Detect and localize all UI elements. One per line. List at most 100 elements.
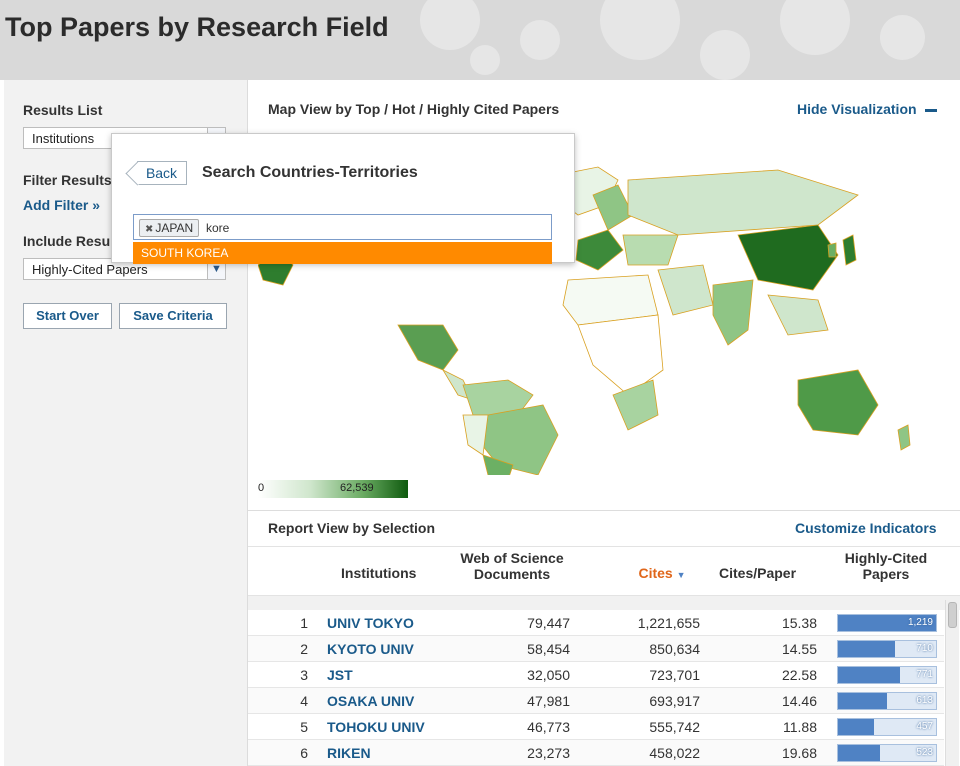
hide-visualization-label: Hide Visualization	[797, 101, 917, 117]
map-region-korea	[827, 242, 837, 258]
table-row[interactable]: 3 JST 32,050 723,701 22.58 771	[248, 662, 944, 688]
row-institution-link[interactable]: JST	[327, 667, 353, 683]
back-button-label: Back	[145, 165, 178, 181]
row-cites: 723,701	[649, 667, 700, 683]
row-cites: 850,634	[649, 641, 700, 657]
sort-desc-icon: ▼	[676, 570, 686, 580]
table-row[interactable]: 5 TOHOKU UNIV 46,773 555,742 11.88 457	[248, 714, 944, 740]
row-cites: 555,742	[649, 719, 700, 735]
row-cites: 693,917	[649, 693, 700, 709]
row-cites-per-paper: 22.58	[781, 667, 817, 683]
map-legend: 0 62,539	[258, 480, 408, 498]
page-header: Top Papers by Research Field	[0, 0, 960, 80]
row-highly-cited-bar: 613	[837, 692, 937, 710]
column-header-cites-per-paper[interactable]: Cites/Paper	[719, 565, 796, 581]
bar-value: 523	[916, 747, 933, 758]
row-docs: 23,273	[527, 745, 570, 761]
add-filter-link[interactable]: Add Filter »	[23, 197, 100, 213]
legend-max: 62,539	[340, 482, 374, 494]
map-region-japan	[842, 234, 857, 266]
results-list-label: Results List	[23, 102, 103, 118]
bar-fill	[838, 745, 880, 761]
column-header-cites[interactable]: Cites ▼	[611, 565, 713, 583]
row-docs: 32,050	[527, 667, 570, 683]
row-cites-per-paper: 11.88	[783, 719, 817, 735]
map-region-mexico	[397, 324, 459, 371]
row-institution-link[interactable]: TOHOKU UNIV	[327, 719, 425, 735]
bar-fill	[838, 693, 887, 709]
report-view-section: Report View by Selection Customize Indic…	[248, 511, 960, 766]
row-rank: 3	[300, 667, 308, 683]
column-header-cites-label: Cites	[638, 565, 673, 581]
column-header-institutions[interactable]: Institutions	[341, 565, 416, 581]
bar-value: 1,219	[907, 617, 933, 628]
map-region-india	[712, 279, 754, 346]
country-search-popup: Back Search Countries-Territories ✖ JAPAN…	[111, 133, 575, 264]
table-row[interactable]: 2 KYOTO UNIV 58,454 850,634 14.55 710	[248, 636, 944, 662]
row-rank: 2	[300, 641, 308, 657]
bar-value: 710	[916, 643, 933, 654]
row-docs: 79,447	[527, 615, 570, 631]
map-region-middle-east	[657, 264, 714, 316]
row-rank: 4	[300, 693, 308, 709]
start-over-button[interactable]: Start Over	[23, 303, 112, 329]
hide-visualization-link[interactable]: Hide Visualization	[797, 101, 937, 117]
results-list-value: Institutions	[32, 131, 95, 146]
selected-country-chip[interactable]: ✖ JAPAN	[139, 219, 200, 237]
table-spacer	[248, 596, 960, 610]
row-institution-link[interactable]: UNIV TOKYO	[327, 615, 414, 631]
row-docs: 58,454	[527, 641, 570, 657]
column-header-highly-cited[interactable]: Highly-Cited Papers	[836, 550, 936, 582]
row-highly-cited-bar: 457	[837, 718, 937, 736]
country-search-input[interactable]	[206, 221, 406, 235]
row-institution-link[interactable]: KYOTO UNIV	[327, 641, 414, 657]
map-region-russia	[627, 169, 859, 236]
row-rank: 5	[300, 719, 308, 735]
chip-label: JAPAN	[155, 221, 194, 235]
bar-value: 771	[916, 669, 933, 680]
row-highly-cited-bar: 523	[837, 744, 937, 762]
bar-fill	[838, 641, 895, 657]
row-docs: 47,981	[527, 693, 570, 709]
bar-value: 457	[916, 721, 933, 732]
table-row[interactable]: 4 OSAKA UNIV 47,981 693,917 14.46 613	[248, 688, 944, 714]
row-cites: 458,022	[649, 745, 700, 761]
map-region-new-zealand	[897, 424, 911, 451]
table-row[interactable]: 6 RIKEN 23,273 458,022 19.68 523	[248, 740, 944, 766]
scrollbar-thumb[interactable]	[948, 602, 957, 628]
bar-fill	[838, 719, 874, 735]
customize-indicators-link[interactable]: Customize Indicators	[795, 520, 937, 536]
map-region-southeast-asia	[767, 294, 829, 336]
table-scrollbar[interactable]	[945, 600, 959, 766]
row-institution-link[interactable]: OSAKA UNIV	[327, 693, 414, 709]
country-search-field[interactable]: ✖ JAPAN	[133, 214, 552, 240]
legend-min: 0	[258, 482, 265, 494]
map-region-western-europe	[575, 229, 624, 271]
page-title: Top Papers by Research Field	[5, 12, 389, 42]
remove-chip-icon[interactable]: ✖	[145, 224, 153, 235]
map-region-peru-bolivia	[462, 414, 489, 456]
include-results-value: Highly-Cited Papers	[32, 262, 148, 277]
bar-value: 613	[916, 695, 933, 706]
row-cites-per-paper: 14.46	[781, 693, 817, 709]
back-button[interactable]: Back	[137, 161, 187, 185]
map-region-eastern-europe	[622, 234, 679, 266]
minus-icon	[924, 108, 937, 112]
row-highly-cited-bar: 771	[837, 666, 937, 684]
table-row[interactable]: 1 UNIV TOKYO 79,447 1,221,655 15.38 1,219	[248, 610, 944, 636]
row-docs: 46,773	[527, 719, 570, 735]
row-institution-link[interactable]: RIKEN	[327, 745, 371, 761]
row-rank: 1	[300, 615, 308, 631]
row-cites: 1,221,655	[637, 615, 700, 631]
row-rank: 6	[300, 745, 308, 761]
row-highly-cited-bar: 710	[837, 640, 937, 658]
map-view-title: Map View by Top / Hot / Highly Cited Pap…	[268, 101, 560, 117]
map-region-australia	[797, 369, 879, 436]
table-header: Institutions Web of Science Documents Ci…	[248, 546, 960, 596]
column-header-docs[interactable]: Web of Science Documents	[453, 550, 571, 582]
row-cites-per-paper: 19.68	[781, 745, 817, 761]
row-highly-cited-bar: 1,219	[837, 614, 937, 632]
save-criteria-button[interactable]: Save Criteria	[119, 303, 227, 329]
suggestion-item[interactable]: SOUTH KOREA	[133, 242, 552, 264]
row-cites-per-paper: 15.38	[781, 615, 817, 631]
